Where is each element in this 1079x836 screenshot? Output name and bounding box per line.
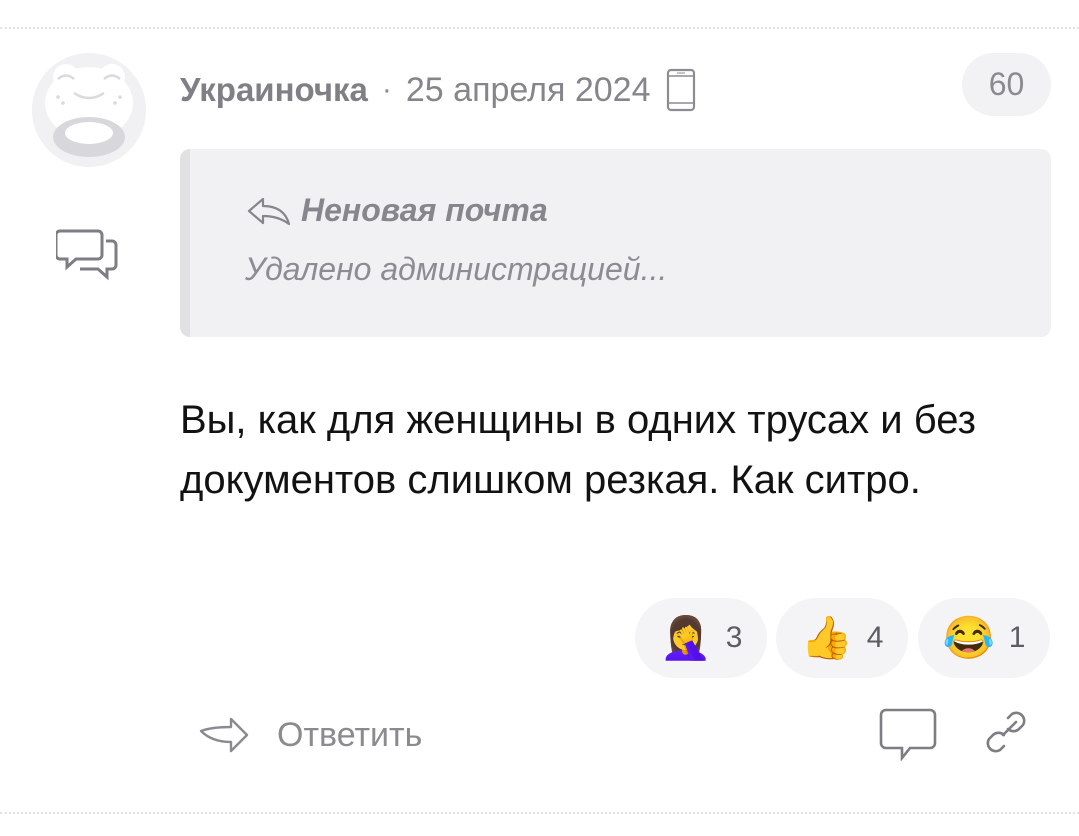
reply-arrow-icon: [247, 197, 291, 225]
bottom-divider: [0, 812, 1079, 814]
reaction-count: 3: [725, 621, 743, 654]
quote-text: Удалено администрацией...: [245, 251, 668, 287]
top-divider: [0, 27, 1079, 29]
reaction-count: 1: [1008, 621, 1026, 654]
mobile-phone-icon: [666, 68, 695, 112]
author-name[interactable]: Украиночка: [180, 71, 368, 109]
comment-icon[interactable]: [878, 707, 938, 761]
reaction-tears-of-joy[interactable]: 😂 1: [918, 598, 1050, 678]
comment-body: Вы, как для женщины в одних трусах и без…: [180, 398, 976, 502]
comment-thread-icon[interactable]: [56, 225, 120, 281]
facepalm-emoji-icon: 🤦‍♀️: [659, 614, 712, 661]
link-icon[interactable]: [982, 708, 1030, 756]
reply-button[interactable]: Ответить: [197, 708, 422, 762]
quoted-comment[interactable]: Неновая почта Удалено администрацией...: [180, 149, 1051, 337]
avatar[interactable]: [32, 53, 146, 167]
quote-author-row: Неновая почта: [245, 192, 548, 229]
comment-score[interactable]: 60: [962, 53, 1051, 116]
tears-of-joy-emoji-icon: 😂: [942, 614, 995, 661]
thumbs-up-emoji-icon: 👍: [800, 614, 853, 661]
header-separator: ·: [381, 73, 392, 106]
comment-date[interactable]: 25 апреля 2024: [406, 71, 651, 110]
quote-author: Неновая почта: [301, 192, 548, 228]
reply-arrow-icon: [199, 717, 249, 753]
reply-label: Ответить: [277, 715, 423, 754]
comment-header: Украиночка · 25 апреля 2024: [180, 68, 697, 112]
frog-avatar-icon: [32, 53, 146, 167]
reaction-thumbs-up[interactable]: 👍 4: [776, 598, 908, 678]
reaction-count: 4: [866, 621, 884, 654]
reactions-bar: 🤦‍♀️ 3 👍 4 😂 1: [0, 598, 1079, 678]
reaction-facepalm[interactable]: 🤦‍♀️ 3: [635, 598, 767, 678]
